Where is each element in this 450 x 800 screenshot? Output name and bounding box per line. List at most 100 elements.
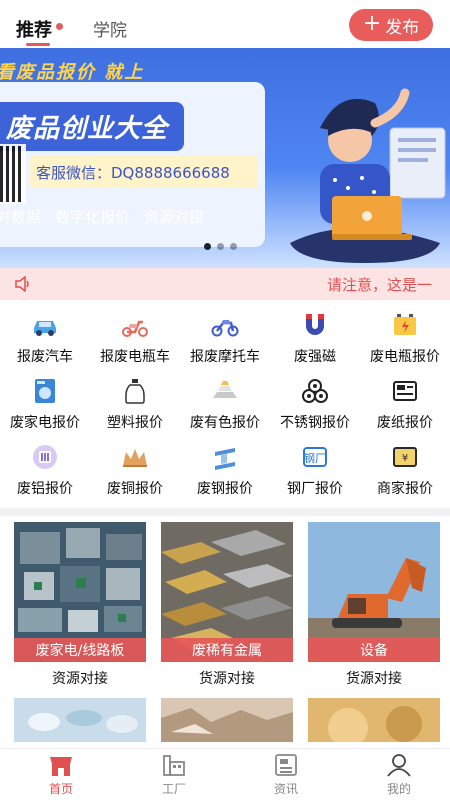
- tab-active-dot: [56, 23, 63, 30]
- category-label: 不锈钢报价: [280, 415, 350, 431]
- category-label: 废电瓶报价: [370, 349, 440, 365]
- metal-ingot-icon: [213, 381, 237, 398]
- tab-active-underline: [26, 43, 50, 46]
- promo-banner[interactable]: 看废品报价 就上 废品创业大全 客服微信：DQ8888666688 对数据 数字…: [0, 48, 450, 268]
- category-label: 报废摩托车: [190, 349, 260, 365]
- banner-features: 对数据 数字化报价 资源对接: [0, 206, 204, 227]
- card-subtitle: 资源对接: [52, 671, 108, 687]
- steel-pipes-icon: [302, 379, 328, 403]
- category-merchant-price[interactable]: ¥ 商家报价: [360, 438, 450, 502]
- resource-card-peek[interactable]: [161, 698, 293, 742]
- category-scrap-magnet[interactable]: 废强磁: [270, 306, 360, 370]
- category-plastic-price[interactable]: 塑料报价: [90, 372, 180, 436]
- category-appliance-price[interactable]: 废家电报价: [0, 372, 90, 436]
- top-bar: 推荐 学院 + 发布: [0, 0, 450, 48]
- banner-feature: 对数据: [0, 208, 42, 226]
- category-label: 废有色报价: [190, 415, 260, 431]
- merchant-icon: ¥: [393, 447, 417, 467]
- resource-card-appliance[interactable]: 废家电/线路板 资源对接: [14, 522, 146, 688]
- banner-feature: 资源对接: [144, 208, 205, 226]
- tab-recommend[interactable]: 推荐: [16, 16, 63, 46]
- section-divider: [0, 508, 450, 516]
- card-tag: 设备: [308, 638, 440, 662]
- factory-icon: [163, 755, 185, 776]
- excavator-image: 设备: [308, 522, 440, 662]
- plastic-bottle-icon: [125, 379, 145, 404]
- banner-title: 废品创业大全: [0, 102, 185, 151]
- pagination-dot-active[interactable]: [204, 243, 211, 250]
- resource-card-peek[interactable]: [308, 698, 440, 742]
- category-steel-price[interactable]: 废钢报价: [180, 438, 270, 502]
- person-with-laptop-illustration: [290, 88, 446, 263]
- rare-metal-ingots-image: 废稀有金属: [161, 522, 293, 662]
- motorcycle-icon: [211, 320, 239, 337]
- metal-scrap-image: [308, 698, 440, 742]
- category-scrap-motorcycle[interactable]: 报废摩托车: [180, 306, 270, 370]
- notice-bar[interactable]: 请注意，这是一: [0, 268, 450, 300]
- news-icon: [275, 754, 297, 776]
- publish-button[interactable]: + 发布: [349, 9, 433, 41]
- steel-beam-icon: [215, 448, 235, 470]
- banner-pagination: [204, 243, 237, 250]
- magnet-icon: [306, 314, 324, 335]
- qr-code-icon: [0, 144, 26, 204]
- category-label: 商家报价: [377, 481, 433, 497]
- washing-machine-icon: [35, 379, 55, 403]
- category-aluminum-price[interactable]: 废铝报价: [0, 438, 90, 502]
- appliance-circuit-board-image: 废家电/线路板: [14, 522, 146, 662]
- category-label: 报废电瓶车: [100, 349, 170, 365]
- category-label: 塑料报价: [107, 415, 163, 431]
- category-label: 废钢报价: [197, 481, 253, 497]
- card-tag: 废家电/线路板: [14, 638, 146, 662]
- nav-label: 工厂: [161, 782, 186, 796]
- banner-wechat: 客服微信：DQ8888666688: [30, 156, 258, 188]
- category-paper-price[interactable]: 废纸报价: [360, 372, 450, 436]
- nav-profile[interactable]: 我的: [369, 753, 429, 797]
- category-label: 废家电报价: [10, 415, 80, 431]
- shop-icon: [50, 757, 72, 776]
- nav-label: 首页: [48, 782, 73, 796]
- notice-text: 请注意，这是一: [326, 276, 432, 294]
- tab-academy-label: 学院: [93, 21, 127, 41]
- resource-card-peek[interactable]: [14, 698, 146, 742]
- category-label: 废铜报价: [107, 481, 163, 497]
- nav-news[interactable]: 资讯: [256, 753, 316, 797]
- user-icon: [387, 754, 411, 777]
- car-icon: [34, 321, 56, 336]
- pagination-dot[interactable]: [217, 243, 224, 250]
- category-label: 废纸报价: [377, 415, 433, 431]
- category-battery-price[interactable]: 废电瓶报价: [360, 306, 450, 370]
- resource-card-rare-metal[interactable]: 废稀有金属 货源对接: [161, 522, 293, 688]
- banner-feature: 数字化报价: [55, 208, 131, 226]
- plastic-bottles-image: [14, 698, 146, 742]
- tab-academy[interactable]: 学院: [93, 16, 127, 41]
- pagination-dot[interactable]: [230, 243, 237, 250]
- bottom-navigation: 首页 工厂 资讯 我的: [0, 748, 450, 800]
- scrap-paper-image: [161, 698, 293, 742]
- nav-factory[interactable]: 工厂: [144, 753, 204, 797]
- aluminum-icon: [33, 445, 57, 469]
- svg-text:¥: ¥: [402, 453, 408, 464]
- card-subtitle: 货源对接: [346, 671, 402, 687]
- card-tag: 废稀有金属: [161, 638, 293, 662]
- banner-slogan: 看废品报价 就上: [0, 62, 145, 83]
- category-scrap-car[interactable]: 报废汽车: [0, 306, 90, 370]
- category-nonferrous-price[interactable]: 废有色报价: [180, 372, 270, 436]
- tab-recommend-label: 推荐: [16, 20, 52, 41]
- publish-button-label: 发布: [385, 17, 420, 38]
- category-copper-price[interactable]: 废铜报价: [90, 438, 180, 502]
- nav-label: 我的: [386, 782, 411, 796]
- nav-home[interactable]: 首页: [31, 753, 91, 797]
- resource-card-equipment[interactable]: 设备 货源对接: [308, 522, 440, 688]
- category-steel-mill-price[interactable]: 钢厂 钢厂报价: [270, 438, 360, 502]
- category-label: 钢厂报价: [287, 481, 343, 497]
- category-label: 报废汽车: [17, 349, 73, 365]
- battery-icon: [394, 314, 416, 335]
- scooter-icon: [122, 320, 148, 337]
- category-scrap-ebike[interactable]: 报废电瓶车: [90, 306, 180, 370]
- category-grid: 报废汽车 报废电瓶车 报废摩托车 废强磁 废电瓶报价 废家电报价 塑料报价 废有…: [0, 306, 450, 504]
- card-subtitle: 货源对接: [199, 671, 255, 687]
- nav-label: 资讯: [273, 782, 298, 796]
- plus-icon: +: [362, 11, 382, 36]
- category-stainless-price[interactable]: 不锈钢报价: [270, 372, 360, 436]
